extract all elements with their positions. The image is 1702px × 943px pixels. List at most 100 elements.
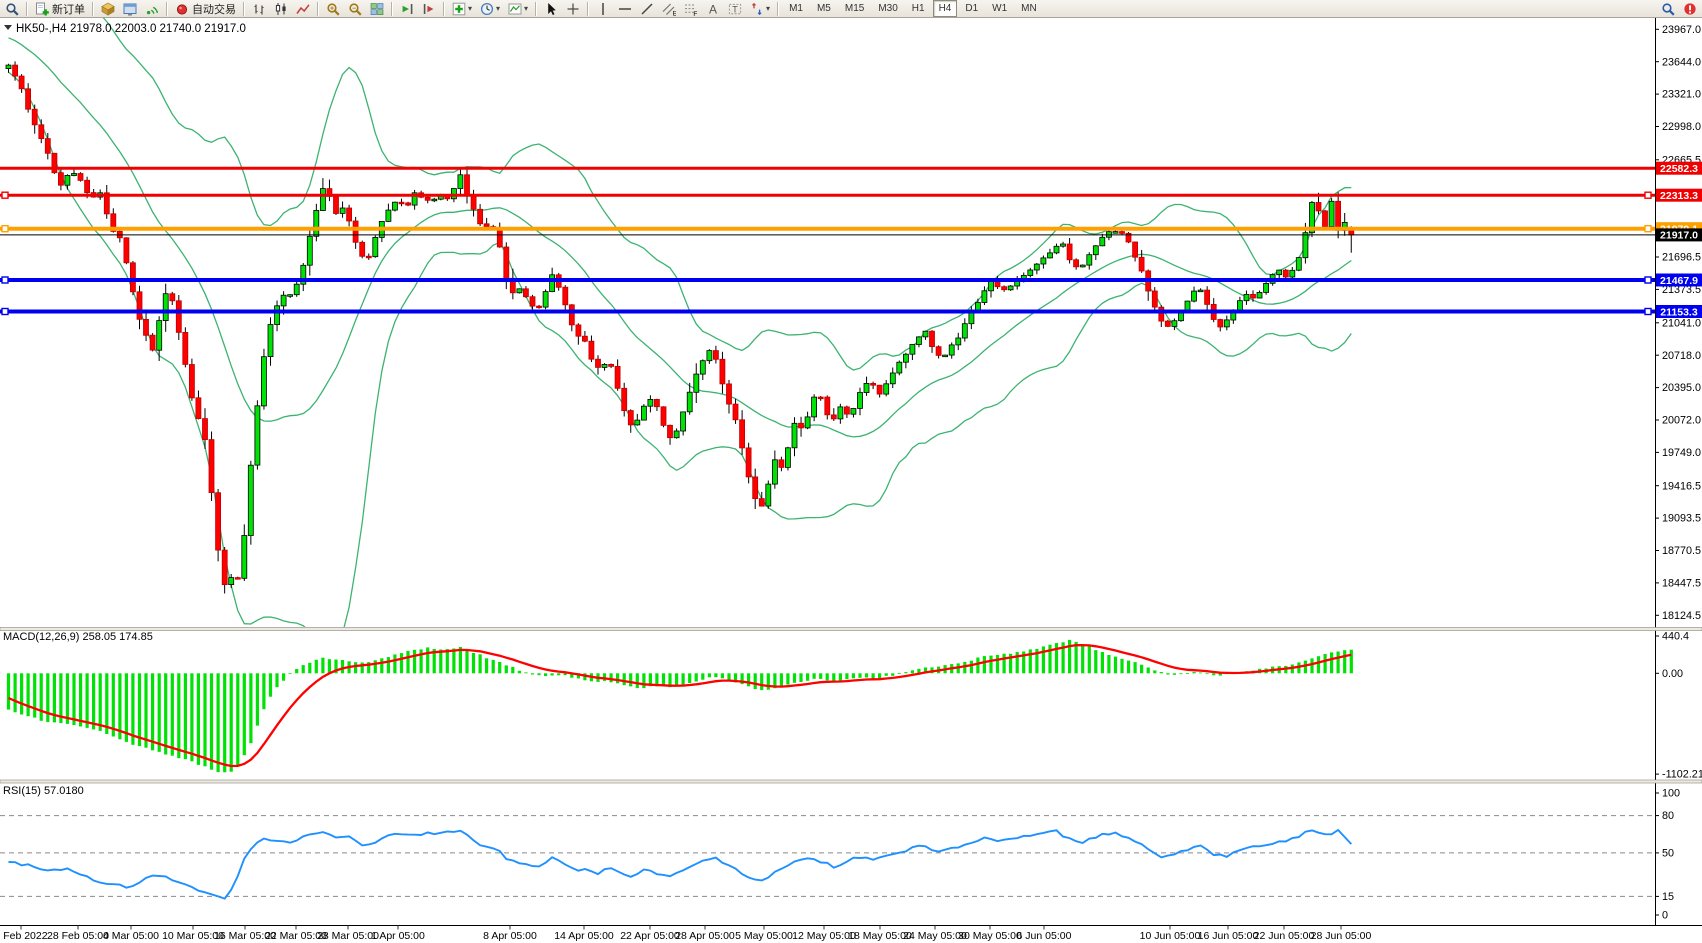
- svg-text:22313.3: 22313.3: [1660, 190, 1698, 202]
- line-handle[interactable]: [1645, 192, 1651, 198]
- periods-icon[interactable]: ▾: [477, 0, 503, 18]
- line-handle[interactable]: [1645, 226, 1651, 232]
- bar-chart-icon[interactable]: [249, 0, 269, 18]
- bull-candle: [1028, 270, 1033, 276]
- fibonacci-icon[interactable]: F: [681, 0, 701, 18]
- candlestick-chart-icon[interactable]: [271, 0, 291, 18]
- timeframe-button-d1[interactable]: D1: [959, 0, 984, 17]
- zoom-out-icon[interactable]: −: [345, 0, 365, 18]
- bull-candle: [772, 460, 777, 484]
- auto-scroll-icon[interactable]: [397, 0, 417, 18]
- line-handle[interactable]: [2, 277, 8, 283]
- time-tick-label: 10 Jun 05:00: [1140, 930, 1201, 942]
- equidistant-channel-icon[interactable]: E: [659, 0, 679, 18]
- bull-candle: [694, 374, 699, 392]
- bear-candle: [124, 238, 129, 263]
- timeframe-button-h1[interactable]: H1: [906, 0, 931, 17]
- bear-candle: [1120, 232, 1125, 234]
- bull-candle: [897, 362, 902, 373]
- quick-search-icon[interactable]: [2, 0, 22, 18]
- timeframe-button-mn[interactable]: MN: [1015, 0, 1043, 17]
- text-icon[interactable]: A: [703, 0, 723, 18]
- bull-candle: [288, 295, 293, 297]
- timeframe-button-m1[interactable]: M1: [783, 0, 809, 17]
- arrows-icon[interactable]: ▾: [747, 0, 773, 18]
- bull-candle: [6, 65, 11, 69]
- toolbar-separator: [777, 2, 779, 16]
- support-line-2-price-badge: 21153.3: [1656, 305, 1702, 318]
- svg-text:22582.3: 22582.3: [1660, 163, 1698, 175]
- text-icon-icon: A: [706, 2, 720, 16]
- crosshair-icon[interactable]: [563, 0, 583, 18]
- pane-separator[interactable]: [0, 628, 1702, 631]
- bull-candle: [962, 324, 967, 338]
- line-handle[interactable]: [1645, 309, 1651, 315]
- signal-icon[interactable]: [142, 0, 162, 18]
- chart-shift-icon[interactable]: [419, 0, 439, 18]
- timeframe-button-m5[interactable]: M5: [811, 0, 837, 17]
- line-handle[interactable]: [2, 226, 8, 232]
- bull-candle: [648, 399, 653, 406]
- line-chart-icon[interactable]: [293, 0, 313, 18]
- cursor-icon[interactable]: [541, 0, 561, 18]
- vertical-line-icon-icon: [596, 2, 610, 16]
- bull-candle: [275, 306, 280, 325]
- time-tick-label: 5 May 05:00: [735, 930, 793, 942]
- bull-candle: [989, 281, 994, 290]
- horizontal-line-icon[interactable]: [615, 0, 635, 18]
- timeframe-button-w1[interactable]: W1: [986, 0, 1013, 17]
- bear-candle: [26, 89, 31, 109]
- bear-candle: [589, 341, 594, 359]
- bull-candle: [674, 431, 679, 438]
- bear-candle: [471, 195, 476, 210]
- line-handle[interactable]: [2, 192, 8, 198]
- bull-candle: [949, 345, 954, 355]
- price-tick-label: 19416.5: [1662, 480, 1701, 492]
- templates-icon[interactable]: ▾: [505, 0, 531, 18]
- tile-windows-icon[interactable]: [367, 0, 387, 18]
- zoom-in-icon-icon: +: [326, 2, 340, 16]
- vertical-line-icon[interactable]: [593, 0, 613, 18]
- bull-candle: [785, 448, 790, 468]
- svg-text:F: F: [693, 10, 697, 15]
- bear-candle: [727, 384, 732, 404]
- search-icon[interactable]: [1658, 0, 1678, 18]
- bear-candle: [1074, 260, 1079, 267]
- timeframe-button-h4[interactable]: H4: [933, 0, 958, 17]
- bull-candle: [1048, 253, 1053, 258]
- market-watch-icon[interactable]: [98, 0, 118, 18]
- line-handle[interactable]: [2, 309, 8, 315]
- zoom-in-icon[interactable]: +: [323, 0, 343, 18]
- bull-candle: [458, 175, 463, 189]
- bear-candle: [1002, 287, 1007, 290]
- bull-candle: [1329, 201, 1334, 226]
- time-tick-label: 1 Apr 05:00: [371, 930, 425, 942]
- bear-candle: [1152, 291, 1157, 307]
- price-tick-label: 19749.0: [1662, 447, 1701, 459]
- bull-candle: [982, 291, 987, 303]
- trendline-icon[interactable]: [637, 0, 657, 18]
- bear-candle: [32, 109, 37, 125]
- line-handle[interactable]: [1645, 277, 1651, 283]
- text-label-icon[interactable]: T: [725, 0, 745, 18]
- toolbar-separator: [317, 2, 319, 16]
- bear-candle: [661, 407, 666, 426]
- auto-trading-button[interactable]: 自动交易: [172, 0, 239, 18]
- bull-candle: [1061, 244, 1066, 246]
- chart-window-icon-icon: [123, 2, 137, 16]
- bear-candle: [877, 385, 882, 394]
- bear-candle: [1205, 290, 1210, 304]
- new-order-button[interactable]: 新订单: [32, 0, 88, 18]
- time-tick-label: 8 Apr 05:00: [483, 930, 537, 942]
- bar-chart-icon-icon: [252, 2, 266, 16]
- time-tick-label: 16 Jun 05:00: [1198, 930, 1259, 942]
- time-tick-label: 12 May 05:00: [792, 930, 856, 942]
- price-tick-label: 20395.0: [1662, 382, 1701, 394]
- timeframe-button-m15[interactable]: M15: [839, 0, 870, 17]
- chart-window-icon[interactable]: [120, 0, 140, 18]
- timeframe-button-m30[interactable]: M30: [872, 0, 903, 17]
- notification-icon[interactable]: [1680, 0, 1700, 18]
- bear-candle: [189, 365, 194, 398]
- indicators-icon[interactable]: ▾: [449, 0, 475, 18]
- pane-separator[interactable]: [0, 780, 1702, 783]
